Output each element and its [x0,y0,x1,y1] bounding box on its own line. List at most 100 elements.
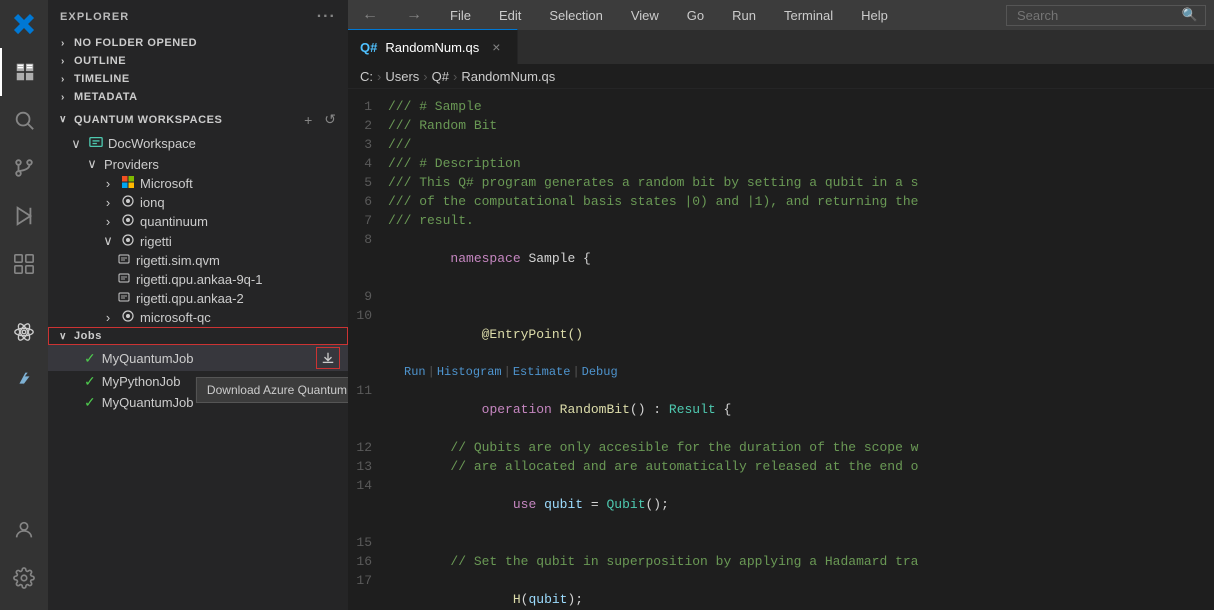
activity-bar-bottom [0,506,48,610]
workspace-docworkspace[interactable]: ∨ DocWorkspace [48,133,348,154]
sidebar-item-no-folder[interactable]: › NO FOLDER OPENED [48,34,348,52]
menu-edit[interactable]: Edit [493,6,527,25]
breadcrumb-users[interactable]: Users [385,69,419,84]
provider-rigetti[interactable]: ∨ rigetti [48,231,348,251]
download-job-results-button[interactable] [316,347,340,369]
job-success-icon: ✓ [84,394,96,411]
explorer-activity-icon[interactable] [0,48,48,96]
menu-go[interactable]: Go [681,6,710,25]
code-line-3: 3 /// [348,135,1214,154]
provider-microsoft-qc-label: microsoft-qc [140,310,348,325]
source-control-activity-icon[interactable] [0,144,48,192]
menu-help[interactable]: Help [855,6,894,25]
code-line-15: 15 [348,533,1214,552]
provider-quantinuum[interactable]: › quantinuum [48,212,348,231]
tab-filename: RandomNum.qs [385,40,479,55]
sidebar-title: EXPLORER ··· [48,0,348,34]
provider-icon [120,176,136,191]
code-line-17: 17 H(qubit); [348,571,1214,610]
add-workspace-button[interactable]: + [300,110,316,130]
sidebar-item-quantum-workspaces[interactable]: ∨ QUANTUM WORKSPACES + ↺ [48,106,348,133]
sidebar-more-button[interactable]: ··· [317,8,336,26]
provider-microsoft-label: Microsoft [140,176,348,191]
chevron-right-icon: › [56,74,70,85]
search-wrapper: 🔍 [1006,5,1206,26]
search-input[interactable] [1006,5,1206,26]
settings-activity-icon[interactable] [0,554,48,602]
extensions-activity-icon[interactable] [0,240,48,288]
tab-random-num-qs[interactable]: Q# RandomNum.qs × [348,29,518,64]
codelens-run[interactable]: Run [404,363,426,382]
sidebar-item-timeline[interactable]: › TIMELINE [48,70,348,88]
metadata-label: METADATA [74,91,138,103]
code-editor[interactable]: 1 /// # Sample 2 /// Random Bit 3 /// 4 … [348,89,1214,610]
chevron-right-icon: › [100,214,116,229]
provider-microsoft-qc[interactable]: › microsoft-qc [48,308,348,327]
rigetti-qpu-ankaa-2-label: rigetti.qpu.ankaa-2 [136,291,348,306]
menu-view[interactable]: View [625,6,665,25]
provider-quantinuum-label: quantinuum [140,214,348,229]
job-name-label: MyQuantumJob [102,351,316,366]
codelens-histogram[interactable]: Histogram [437,363,502,382]
jobs-section-header[interactable]: ∨ Jobs [48,327,348,345]
breadcrumb-qsharp[interactable]: Q# [432,69,449,84]
workspace-icon [88,135,104,152]
chevron-down-icon: ∨ [68,136,84,152]
tab-close-button[interactable]: × [487,38,505,56]
breadcrumb-filename[interactable]: RandomNum.qs [461,69,555,84]
provider-ionq[interactable]: › ionq [48,193,348,212]
sidebar-item-metadata[interactable]: › METADATA [48,88,348,106]
code-line-8: 8 namespace Sample { [348,230,1214,287]
codelens-debug[interactable]: Debug [582,363,618,382]
code-line-2: 2 /// Random Bit [348,116,1214,135]
code-line-6: 6 /// of the computational basis states … [348,192,1214,211]
menu-selection[interactable]: Selection [543,6,608,25]
job-success-icon: ✓ [84,350,96,367]
nav-back-button[interactable]: ← [356,4,384,26]
codelens-estimate[interactable]: Estimate [513,363,571,382]
code-line-16: 16 // Set the qubit in superposition by … [348,552,1214,571]
chevron-down-icon: ∨ [100,233,116,249]
code-line-13: 13 // are allocated and are automaticall… [348,457,1214,476]
providers-label: Providers [104,157,348,172]
menu-file[interactable]: File [444,6,477,25]
tab-lang-badge: Q# [360,40,377,55]
job-my-quantum-job[interactable]: ✓ MyQuantumJob Download Azure Quantum jo… [48,345,348,371]
quantum-workspaces-label: QUANTUM WORKSPACES [74,114,300,126]
sidebar-title-label: EXPLORER [60,11,129,23]
menu-run[interactable]: Run [726,6,762,25]
chevron-down-icon: ∨ [56,331,70,342]
activity-bar-top [0,0,48,404]
rigetti-qpu-ankaa-2[interactable]: rigetti.qpu.ankaa-2 [48,289,348,308]
code-line-12: 12 // Qubits are only accesible for the … [348,438,1214,457]
no-folder-label: NO FOLDER OPENED [74,37,197,49]
main-content: ← → File Edit Selection View Go Run Term… [348,0,1214,610]
provider-microsoft[interactable]: › Microsoft [48,174,348,193]
provider-ionq-label: ionq [140,195,348,210]
sidebar-content: › NO FOLDER OPENED › OUTLINE › TIMELINE … [48,34,348,610]
title-bar: ← → File Edit Selection View Go Run Term… [348,0,1214,30]
code-line-7: 7 /// result. [348,211,1214,230]
refresh-workspace-button[interactable]: ↺ [320,109,340,130]
search-activity-icon[interactable] [0,96,48,144]
rigetti-qpu-ankaa-9q-1[interactable]: rigetti.qpu.ankaa-9q-1 [48,270,348,289]
account-activity-icon[interactable] [0,506,48,554]
job-success-icon: ✓ [84,373,96,390]
chevron-right-icon: › [56,56,70,67]
sidebar-item-outline[interactable]: › OUTLINE [48,52,348,70]
chevron-right-icon: › [100,176,116,191]
code-line-1: 1 /// # Sample [348,97,1214,116]
rigetti-sim-qvm[interactable]: rigetti.sim.qvm [48,251,348,270]
quantum-activity-icon[interactable] [0,308,48,356]
code-line-9: 9 [348,287,1214,306]
providers-section[interactable]: ∨ Providers [48,154,348,174]
nav-forward-button[interactable]: → [400,4,428,26]
activity-bar [0,0,48,610]
breadcrumb-c[interactable]: C: [360,69,373,84]
menu-terminal[interactable]: Terminal [778,6,839,25]
chevron-right-icon: › [56,92,70,103]
azure-activity-icon[interactable] [0,356,48,404]
download-btn-wrapper: Download Azure Quantum job results [316,347,340,369]
run-activity-icon[interactable] [0,192,48,240]
code-line-11: 11 operation RandomBit() : Result { [348,381,1214,438]
